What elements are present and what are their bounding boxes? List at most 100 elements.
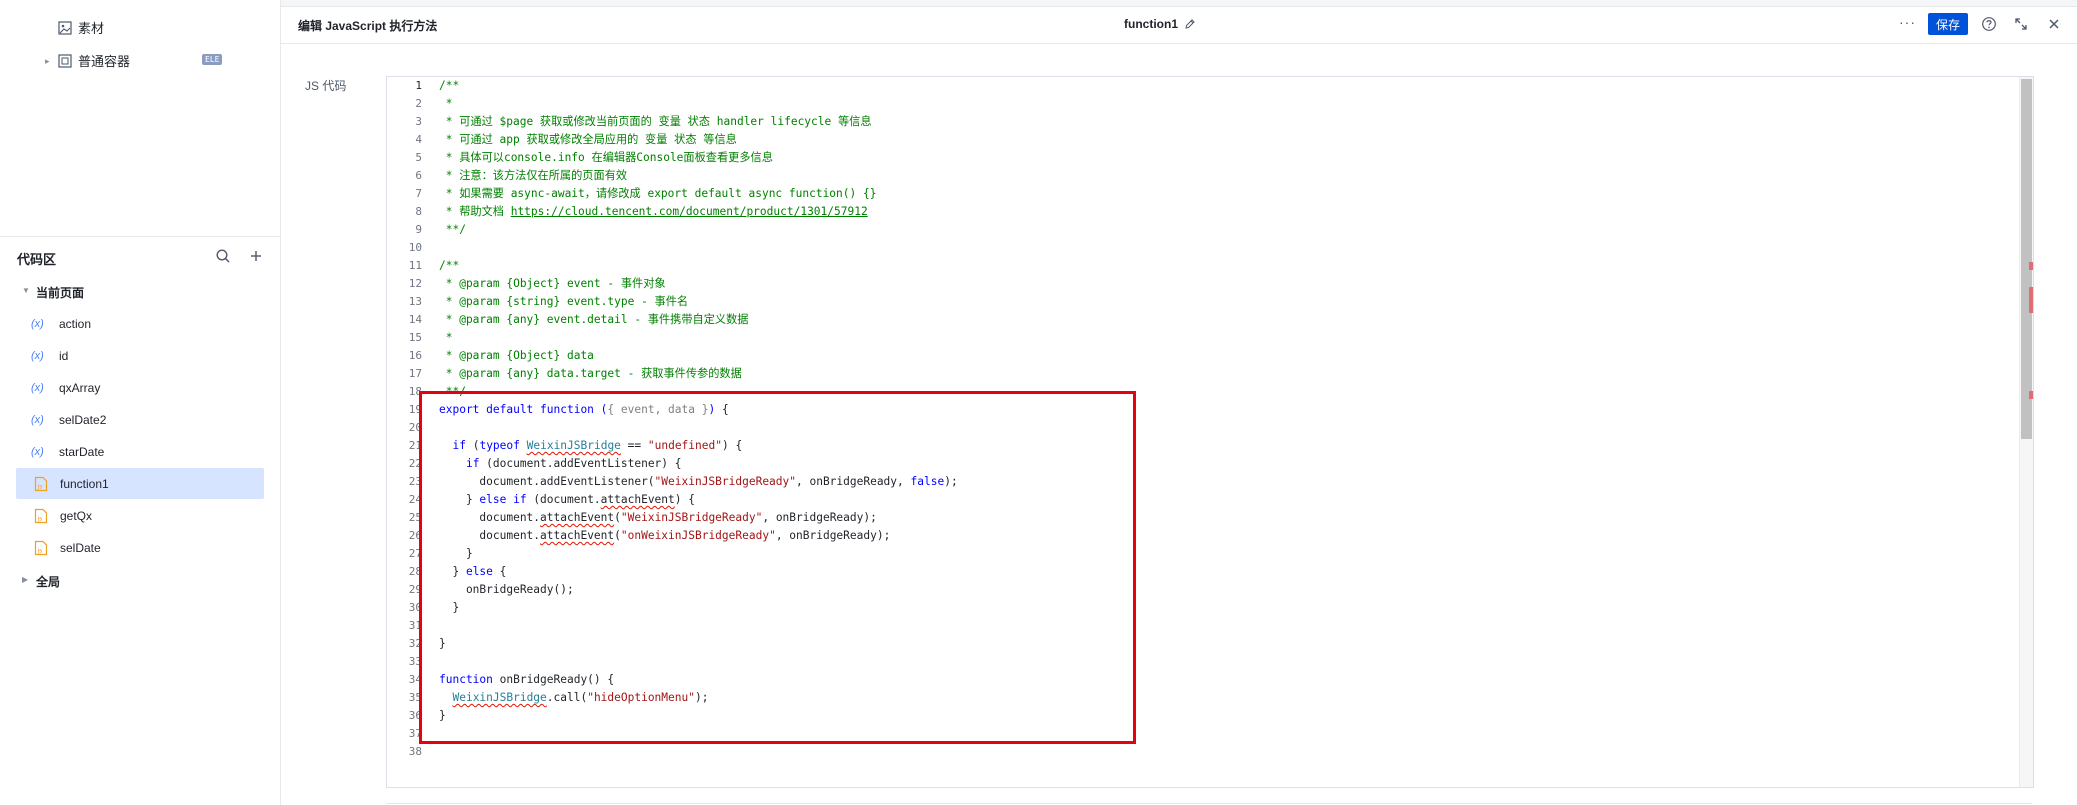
line-number: 24: [408, 493, 422, 506]
code-item-getqx[interactable]: js getQx: [16, 500, 264, 531]
line-number: 12: [408, 277, 422, 290]
caret-right-icon: ▶: [22, 575, 29, 584]
help-icon[interactable]: [1981, 16, 1997, 32]
code-item-label: selDate: [60, 540, 101, 555]
add-icon[interactable]: [248, 248, 264, 264]
js-code-label: JS 代码: [305, 79, 347, 93]
code-line: * 可通过 $page 获取或修改当前页面的 变量 状态 handler lif…: [439, 115, 872, 128]
panel-title: 编辑 JavaScript 执行方法: [298, 19, 438, 33]
line-number: 13: [408, 295, 422, 308]
line-number: 20: [408, 421, 422, 434]
help-doc-link[interactable]: https://cloud.tencent.com/document/produ…: [511, 205, 868, 218]
code-line: * @param {Object} data: [439, 349, 594, 362]
editor-scrollbar[interactable]: [2019, 77, 2033, 787]
function-name-group[interactable]: function1: [1124, 17, 1196, 31]
code-line: document.addEventListener("WeixinJSBridg…: [439, 475, 958, 488]
line-number: 34: [408, 673, 422, 686]
line-number: 28: [408, 565, 422, 578]
line-number: 17: [408, 367, 422, 380]
tree-item-label: 普通容器: [78, 54, 131, 69]
code-item-qxarray[interactable]: (x) qxArray: [16, 372, 264, 403]
code-line: WeixinJSBridge.call("hideOptionMenu");: [452, 691, 709, 704]
line-number: 16: [408, 349, 422, 362]
tree-item-assets[interactable]: 素材: [58, 18, 104, 37]
caret-down-icon: ▼: [22, 286, 30, 295]
code-line: * 具体可以console.info 在编辑器Console面板查看更多信息: [439, 151, 773, 164]
group-current-page[interactable]: ▼ 当前页面: [0, 277, 280, 305]
line-number: 8: [415, 205, 422, 218]
code-item-label: starDate: [59, 444, 105, 459]
caret-right-icon[interactable]: ▸: [45, 56, 50, 67]
line-number: 21: [408, 439, 422, 452]
line-number: 23: [408, 475, 422, 488]
element-badge: ELE: [202, 54, 223, 65]
line-number: 35: [408, 691, 422, 704]
search-icon[interactable]: [215, 248, 231, 264]
image-icon: [58, 20, 72, 35]
line-number: 37: [408, 727, 422, 740]
line-number: 29: [408, 583, 422, 596]
code-item-label: getQx: [60, 508, 93, 523]
more-options-button[interactable]: ···: [1899, 14, 1916, 30]
divider: [386, 803, 2032, 804]
code-item-seldate[interactable]: js selDate: [16, 532, 264, 563]
svg-text:js: js: [37, 547, 43, 554]
variable-icon: (x): [31, 349, 44, 362]
code-line: if (typeof WeixinJSBridge == "undefined"…: [452, 439, 743, 452]
code-line: export default function ({ event, data }…: [439, 403, 729, 416]
code-area-title: 代码区: [17, 252, 57, 267]
scrollbar-thumb[interactable]: [2021, 79, 2032, 439]
edit-pencil-icon[interactable]: [1184, 18, 1196, 30]
expand-icon[interactable]: [2013, 16, 2029, 32]
error-marker: [2029, 262, 2033, 270]
code-line: } else {: [439, 565, 507, 578]
code-line: * 帮助文档 https://cloud.tencent.com/documen…: [439, 205, 868, 218]
code-editor[interactable]: 1 2 3 4 5 6 7 8 9 10 11 12 13 14 15 16 17 18 19 20 21 22 23 24 2…: [386, 76, 2034, 788]
left-sidebar: 素材 ▸ 普通容器 ELE 代码区 ▼ 当前页面 (x) action (x) …: [0, 0, 281, 805]
code-area-header: 代码区: [0, 240, 280, 272]
code-line: }: [439, 601, 460, 614]
close-icon[interactable]: [2046, 16, 2062, 32]
code-item-label: function1: [60, 476, 109, 491]
line-number: 33: [408, 655, 422, 668]
code-item-stardate[interactable]: (x) starDate: [16, 436, 264, 467]
code-line: *: [439, 331, 453, 344]
tree-item-container[interactable]: 普通容器: [58, 51, 130, 70]
function-file-icon: js: [34, 540, 48, 555]
variable-icon: (x): [31, 413, 44, 426]
line-number: 27: [408, 547, 422, 560]
line-number: 11: [408, 259, 422, 272]
code-item-label: action: [59, 316, 92, 331]
line-number: 4: [415, 133, 422, 146]
line-number: 31: [408, 619, 422, 632]
group-global[interactable]: ▶ 全局: [0, 566, 280, 594]
line-number: 2: [415, 97, 422, 110]
code-line: document.attachEvent("WeixinJSBridgeRead…: [439, 511, 877, 524]
code-line: }: [439, 709, 446, 722]
code-item-action[interactable]: (x) action: [16, 308, 264, 339]
code-item-id[interactable]: (x) id: [16, 340, 264, 371]
line-number: 1: [415, 79, 422, 92]
code-lines[interactable]: /** * * 可通过 $page 获取或修改当前页面的 变量 状态 handl…: [429, 77, 2019, 787]
code-item-seldate2[interactable]: (x) selDate2: [16, 404, 264, 435]
editor-toolbar: 编辑 JavaScript 执行方法 function1 ··· 保存: [281, 6, 2077, 44]
variable-icon: (x): [31, 317, 44, 330]
line-number: 25: [408, 511, 422, 524]
code-line: * 可通过 app 获取或修改全局应用的 变量 状态 等信息: [439, 133, 737, 146]
group-label: 全局: [36, 575, 61, 589]
divider: [0, 236, 280, 237]
code-line: * @param {string} event.type - 事件名: [439, 295, 689, 308]
code-line: * 如果需要 async-await，请修改成 export default a…: [439, 187, 877, 200]
variable-icon: (x): [31, 445, 44, 458]
line-number: 26: [408, 529, 422, 542]
code-line: function onBridgeReady() {: [439, 673, 615, 686]
code-line: /**: [439, 259, 460, 272]
line-number-gutter: 1 2 3 4 5 6 7 8 9 10 11 12 13 14 15 16 17 18 19 20 21 22 23 24 2…: [387, 77, 429, 787]
save-button[interactable]: 保存: [1928, 13, 1968, 35]
line-number: 18: [408, 385, 422, 398]
code-item-label: qxArray: [59, 380, 101, 395]
code-line: }: [439, 547, 473, 560]
code-item-function1[interactable]: js function1: [16, 468, 264, 499]
code-line: **/: [439, 385, 466, 398]
line-number: 22: [408, 457, 422, 470]
